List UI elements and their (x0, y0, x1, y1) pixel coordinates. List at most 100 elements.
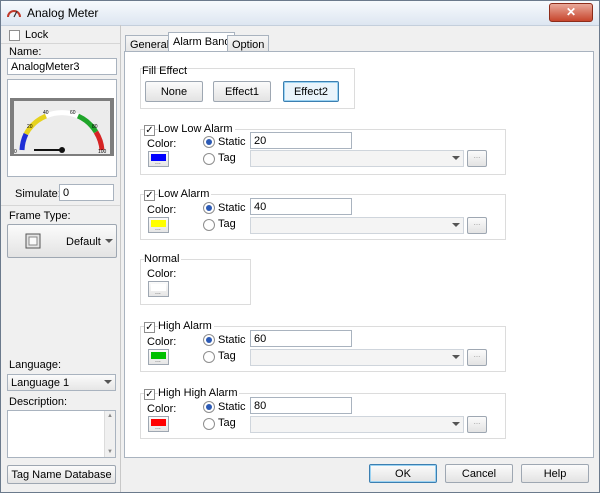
scroll-up-icon[interactable]: ▲ (107, 413, 113, 419)
divider (1, 205, 120, 206)
low-low-alarm-checkbox[interactable]: ✓ (144, 125, 155, 136)
high-high-alarm-label: High High Alarm (158, 387, 240, 399)
language-select[interactable]: Language 1 (7, 374, 116, 391)
name-input[interactable]: AnalogMeter3 (7, 58, 117, 75)
frame-type-dropdown[interactable]: Default (7, 224, 117, 258)
high-static-radio[interactable] (203, 334, 215, 346)
window-title: Analog Meter (27, 6, 99, 20)
chevron-down-icon (105, 239, 113, 243)
description-scrollbar[interactable]: ▲ ▼ (104, 411, 115, 457)
chevron-down-icon (104, 380, 112, 384)
chevron-down-icon (452, 223, 460, 227)
static-label: Static (218, 202, 246, 214)
normal-label: Normal (144, 253, 182, 265)
scroll-down-icon[interactable]: ▼ (107, 449, 113, 455)
tag-label: Tag (218, 218, 236, 230)
tag-label: Tag (218, 417, 236, 429)
low-low-tag-radio[interactable] (203, 153, 215, 165)
high-high-tag-browse-button[interactable]: ... (467, 416, 487, 433)
high-color-button[interactable]: ... (148, 349, 169, 365)
meter-tick-label: 60 (70, 110, 76, 116)
close-button[interactable]: ✕ (549, 3, 593, 22)
normal-color-button[interactable]: ... (148, 281, 169, 297)
high-high-static-radio[interactable] (203, 401, 215, 413)
high-high-alarm-checkbox[interactable]: ✓ (144, 389, 155, 400)
low-tag-radio[interactable] (203, 219, 215, 231)
low-low-tag-select[interactable] (250, 150, 464, 167)
high-high-color-button[interactable]: ... (148, 416, 169, 432)
ellipsis-icon: ... (155, 424, 161, 431)
divider (1, 43, 120, 44)
low-low-tag-browse-button[interactable]: ... (467, 150, 487, 167)
tab-general[interactable]: General (125, 35, 175, 52)
lock-checkbox[interactable] (9, 30, 20, 41)
high-tag-radio[interactable] (203, 351, 215, 363)
meter-tick-label: 20 (27, 124, 33, 130)
language-label: Language: (9, 359, 61, 371)
low-tag-browse-button[interactable]: ... (467, 217, 487, 234)
ellipsis-icon: ... (155, 289, 161, 296)
title-bar: Analog Meter ✕ (1, 1, 599, 26)
static-label: Static (218, 401, 246, 413)
low-low-static-input[interactable]: 20 (250, 132, 352, 149)
name-label: Name: (9, 46, 42, 58)
color-label: Color: (147, 138, 177, 150)
alarm-band-panel: Fill Effect None Effect1 Effect2 ✓ Low L… (124, 51, 594, 458)
low-low-alarm-label: Low Low Alarm (158, 123, 235, 135)
low-color-button[interactable]: ... (148, 217, 169, 233)
meter-tick-label: 0 (14, 149, 17, 155)
color-label: Color: (147, 204, 177, 216)
color-label: Color: (147, 268, 177, 280)
high-tag-browse-button[interactable]: ... (467, 349, 487, 366)
cancel-button[interactable]: Cancel (445, 464, 513, 483)
low-alarm-label: Low Alarm (158, 188, 212, 200)
high-static-input[interactable]: 60 (250, 330, 352, 347)
analog-meter-icon (7, 10, 21, 18)
tab-option[interactable]: Option (227, 35, 270, 52)
low-static-input[interactable]: 40 (250, 198, 352, 215)
high-high-tag-select[interactable] (250, 416, 464, 433)
low-alarm-checkbox[interactable]: ✓ (144, 190, 155, 201)
help-button[interactable]: Help (521, 464, 589, 483)
frame-type-value: Default (66, 236, 101, 248)
analog-meter-preview (10, 98, 114, 156)
language-value: Language 1 (11, 377, 70, 389)
static-label: Static (218, 136, 246, 148)
chevron-down-icon (452, 355, 460, 359)
low-low-static-radio[interactable] (203, 136, 215, 148)
panel-separator (120, 25, 121, 492)
frame-icon (25, 233, 41, 249)
high-alarm-checkbox[interactable]: ✓ (144, 322, 155, 333)
static-label: Static (218, 334, 246, 346)
low-static-radio[interactable] (203, 202, 215, 214)
meter-tick-label: 40 (43, 110, 49, 116)
high-high-static-input[interactable]: 80 (250, 397, 352, 414)
fill-effect-label: Fill Effect (142, 65, 188, 77)
tag-name-database-button[interactable]: Tag Name Database (7, 465, 116, 484)
chevron-down-icon (452, 422, 460, 426)
fill-none-button[interactable]: None (145, 81, 203, 102)
description-input[interactable]: ▲ ▼ (7, 410, 116, 458)
frame-type-label: Frame Type: (9, 210, 71, 222)
low-tag-select[interactable] (250, 217, 464, 234)
ok-button[interactable]: OK (369, 464, 437, 483)
meter-tick-label: 100 (98, 149, 107, 155)
simulate-label: Simulate: (15, 188, 61, 200)
tab-alarm-band[interactable]: Alarm Band (168, 32, 236, 52)
low-low-color-button[interactable]: ... (148, 151, 169, 167)
description-label: Description: (9, 396, 68, 408)
close-icon: ✕ (565, 5, 577, 19)
meter-preview-frame: 0 20 40 60 80 100 (7, 79, 117, 177)
color-label: Color: (147, 336, 177, 348)
fill-effect2-button[interactable]: Effect2 (283, 81, 339, 102)
high-high-tag-radio[interactable] (203, 418, 215, 430)
fill-effect1-button[interactable]: Effect1 (213, 81, 271, 102)
high-tag-select[interactable] (250, 349, 464, 366)
simulate-input[interactable]: 0 (59, 184, 114, 201)
ellipsis-icon: ... (155, 159, 161, 166)
lock-label: Lock (25, 29, 49, 41)
analog-meter-dialog: Analog Meter ✕ Lock Name: AnalogMeter3 0… (0, 0, 600, 493)
color-label: Color: (147, 403, 177, 415)
ellipsis-icon: ... (155, 357, 161, 364)
chevron-down-icon (452, 156, 460, 160)
